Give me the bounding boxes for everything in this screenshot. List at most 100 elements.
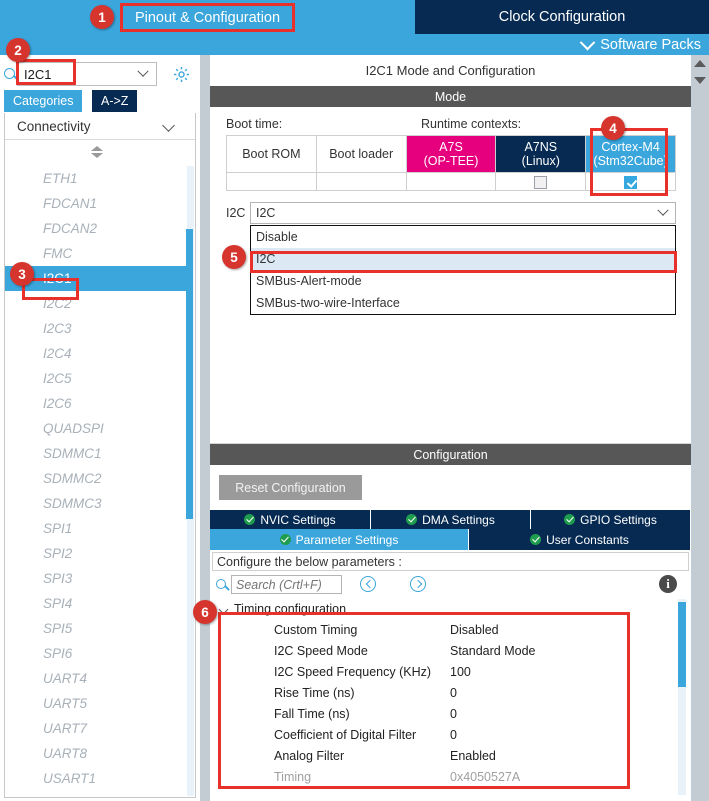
context-column-header-a7ns[interactable]: A7NS (Linux) (495, 135, 587, 173)
context-column-header-cortex-m4[interactable]: Cortex-M4 (Stm32Cube) (585, 135, 676, 173)
sidebar-item-uart5[interactable]: UART5 (5, 691, 190, 716)
sidebar-item-fmc[interactable]: FMC (5, 241, 190, 266)
scroll-down-arrow-icon[interactable] (694, 77, 706, 84)
main-panel-scrollbar[interactable] (691, 55, 709, 801)
sidebar-item-i2c3[interactable]: I2C3 (5, 316, 190, 341)
context-column-title: A7S (439, 140, 463, 154)
panel-splitter[interactable] (200, 55, 210, 801)
gear-icon[interactable] (172, 65, 191, 84)
context-checkbox-cell-cortex-m4[interactable] (585, 172, 676, 191)
parameter-row[interactable]: Rise Time (ns) 0 (212, 683, 674, 704)
sidebar-item-label: SDMMC2 (43, 471, 102, 486)
sidebar-scrollbar-thumb[interactable] (186, 229, 193, 519)
peripheral-search-combobox[interactable]: I2C1 (17, 62, 157, 86)
checkbox-unchecked-icon[interactable] (534, 175, 548, 189)
context-checkbox-cell-a7ns[interactable] (495, 172, 587, 191)
sidebar-item-usart2[interactable]: USART2 (5, 791, 190, 797)
sidebar-item-i2c4[interactable]: I2C4 (5, 341, 190, 366)
search-next-icon[interactable] (410, 576, 426, 592)
sidebar-scrollbar-track[interactable] (186, 166, 194, 796)
parameter-row[interactable]: I2C Speed Frequency (KHz) 100 (212, 662, 674, 683)
tab-categories[interactable]: Categories (4, 90, 83, 112)
sidebar-item-uart8[interactable]: UART8 (5, 741, 190, 766)
software-packs-menu[interactable]: Software Packs (579, 34, 701, 55)
parameter-value[interactable]: 0 (450, 704, 457, 725)
mode-and-configuration-panel: I2C1 Mode and Configuration Mode Boot ti… (210, 55, 709, 801)
parameter-row[interactable]: Custom Timing Disabled (212, 620, 674, 641)
search-previous-icon[interactable] (360, 576, 376, 592)
peripheral-sidebar: I2C1 Categories A->Z Connectivity ETH1 FD… (0, 55, 210, 801)
parameter-value[interactable]: 0 (450, 725, 457, 746)
parameter-row[interactable]: Fall Time (ns) 0 (212, 704, 674, 725)
tab-gpio-settings[interactable]: GPIO Settings (531, 510, 691, 529)
context-column-header-boot-rom[interactable]: Boot ROM (226, 135, 317, 173)
panel-title: I2C1 Mode and Configuration (210, 55, 691, 86)
reset-configuration-button[interactable]: Reset Configuration (219, 475, 362, 500)
sidebar-item-i2c2[interactable]: I2C2 (5, 291, 190, 316)
context-table-header-row: Boot ROM Boot loader A7S (OP-TEE) A7NS (Linux… (226, 135, 676, 173)
sidebar-item-eth1[interactable]: ETH1 (5, 166, 190, 191)
chevron-down-icon (162, 119, 175, 132)
sidebar-item-spi6[interactable]: SPI6 (5, 641, 190, 666)
tab-dma-settings[interactable]: DMA Settings (371, 510, 531, 529)
parameter-value[interactable]: Enabled (450, 746, 496, 767)
parameter-value[interactable]: 100 (450, 662, 471, 683)
parameter-row[interactable]: I2C Speed Mode Standard Mode (212, 641, 674, 662)
parameter-row[interactable]: Analog Filter Enabled (212, 746, 674, 767)
parameter-group-timing-configuration[interactable]: Timing configuration (212, 599, 674, 620)
i2c-mode-dropdown-list[interactable]: Disable I2C SMBus-Alert-mode SMBus-two-wire… (250, 225, 676, 315)
parameter-value[interactable]: Standard Mode (450, 641, 535, 662)
parameter-value[interactable]: Disabled (450, 620, 499, 641)
parameter-row[interactable]: Timing 0x4050527A (212, 767, 674, 788)
sidebar-item-quadspi[interactable]: QUADSPI (5, 416, 190, 441)
sidebar-item-i2c5[interactable]: I2C5 (5, 366, 190, 391)
context-column-title: Boot loader (329, 147, 394, 161)
sidebar-item-i2c6[interactable]: I2C6 (5, 391, 190, 416)
parameter-value[interactable]: 0x4050527A (450, 767, 520, 788)
info-icon[interactable]: i (659, 575, 677, 593)
checkbox-checked-icon[interactable] (624, 175, 638, 189)
sidebar-item-uart4[interactable]: UART4 (5, 666, 190, 691)
sidebar-item-spi4[interactable]: SPI4 (5, 591, 190, 616)
context-column-header-boot-loader[interactable]: Boot loader (315, 135, 407, 173)
sidebar-item-uart7[interactable]: UART7 (5, 716, 190, 741)
sidebar-item-fdcan1[interactable]: FDCAN1 (5, 191, 190, 216)
i2c-mode-combobox[interactable]: I2C (250, 202, 676, 224)
sidebar-item-fdcan2[interactable]: FDCAN2 (5, 216, 190, 241)
i2c-mode-option-disable[interactable]: Disable (251, 226, 675, 248)
tab-a-to-z[interactable]: A->Z (92, 90, 138, 112)
tab-pinout-configuration[interactable]: Pinout & Configuration (125, 5, 290, 30)
tab-parameter-settings[interactable]: Parameter Settings (210, 529, 469, 550)
chevron-down-icon[interactable] (651, 204, 675, 217)
check-circle-icon (564, 514, 576, 525)
tab-clock-configuration[interactable]: Clock Configuration (415, 0, 709, 34)
i2c-mode-option-smbus-alert-mode[interactable]: SMBus-Alert-mode (251, 270, 675, 292)
sort-toggle-icon[interactable] (91, 146, 105, 160)
chevron-down-icon[interactable] (130, 63, 156, 85)
chevron-down-icon (579, 34, 596, 50)
parameter-search-input[interactable] (231, 575, 342, 594)
i2c-mode-option-i2c[interactable]: I2C (251, 248, 675, 270)
context-table-checkbox-row (226, 172, 676, 191)
scroll-up-arrow-icon[interactable] (694, 60, 706, 67)
parameter-row[interactable]: Coefficient of Digital Filter 0 (212, 725, 674, 746)
sidebar-item-label: SPI3 (43, 571, 73, 586)
group-header-connectivity[interactable]: Connectivity (5, 113, 195, 140)
sidebar-item-spi1[interactable]: SPI1 (5, 516, 190, 541)
sidebar-item-spi3[interactable]: SPI3 (5, 566, 190, 591)
sidebar-item-sdmmc3[interactable]: SDMMC3 (5, 491, 190, 516)
sidebar-item-spi2[interactable]: SPI2 (5, 541, 190, 566)
sidebar-item-usart1[interactable]: USART1 (5, 766, 190, 791)
sidebar-item-spi5[interactable]: SPI5 (5, 616, 190, 641)
parameter-value[interactable]: 0 (450, 683, 457, 704)
parameter-scrollbar-thumb[interactable] (678, 602, 686, 687)
i2c-mode-option-smbus-two-wire-interface[interactable]: SMBus-two-wire-Interface (251, 292, 675, 314)
check-circle-icon (279, 534, 291, 545)
sidebar-item-sdmmc1[interactable]: SDMMC1 (5, 441, 190, 466)
chevron-down-icon (218, 604, 229, 615)
tab-nvic-settings[interactable]: NVIC Settings (210, 510, 371, 529)
sidebar-item-label: UART5 (43, 696, 88, 711)
sidebar-item-sdmmc2[interactable]: SDMMC2 (5, 466, 190, 491)
tab-user-constants[interactable]: User Constants (469, 529, 691, 550)
context-column-header-a7s[interactable]: A7S (OP-TEE) (405, 135, 497, 173)
